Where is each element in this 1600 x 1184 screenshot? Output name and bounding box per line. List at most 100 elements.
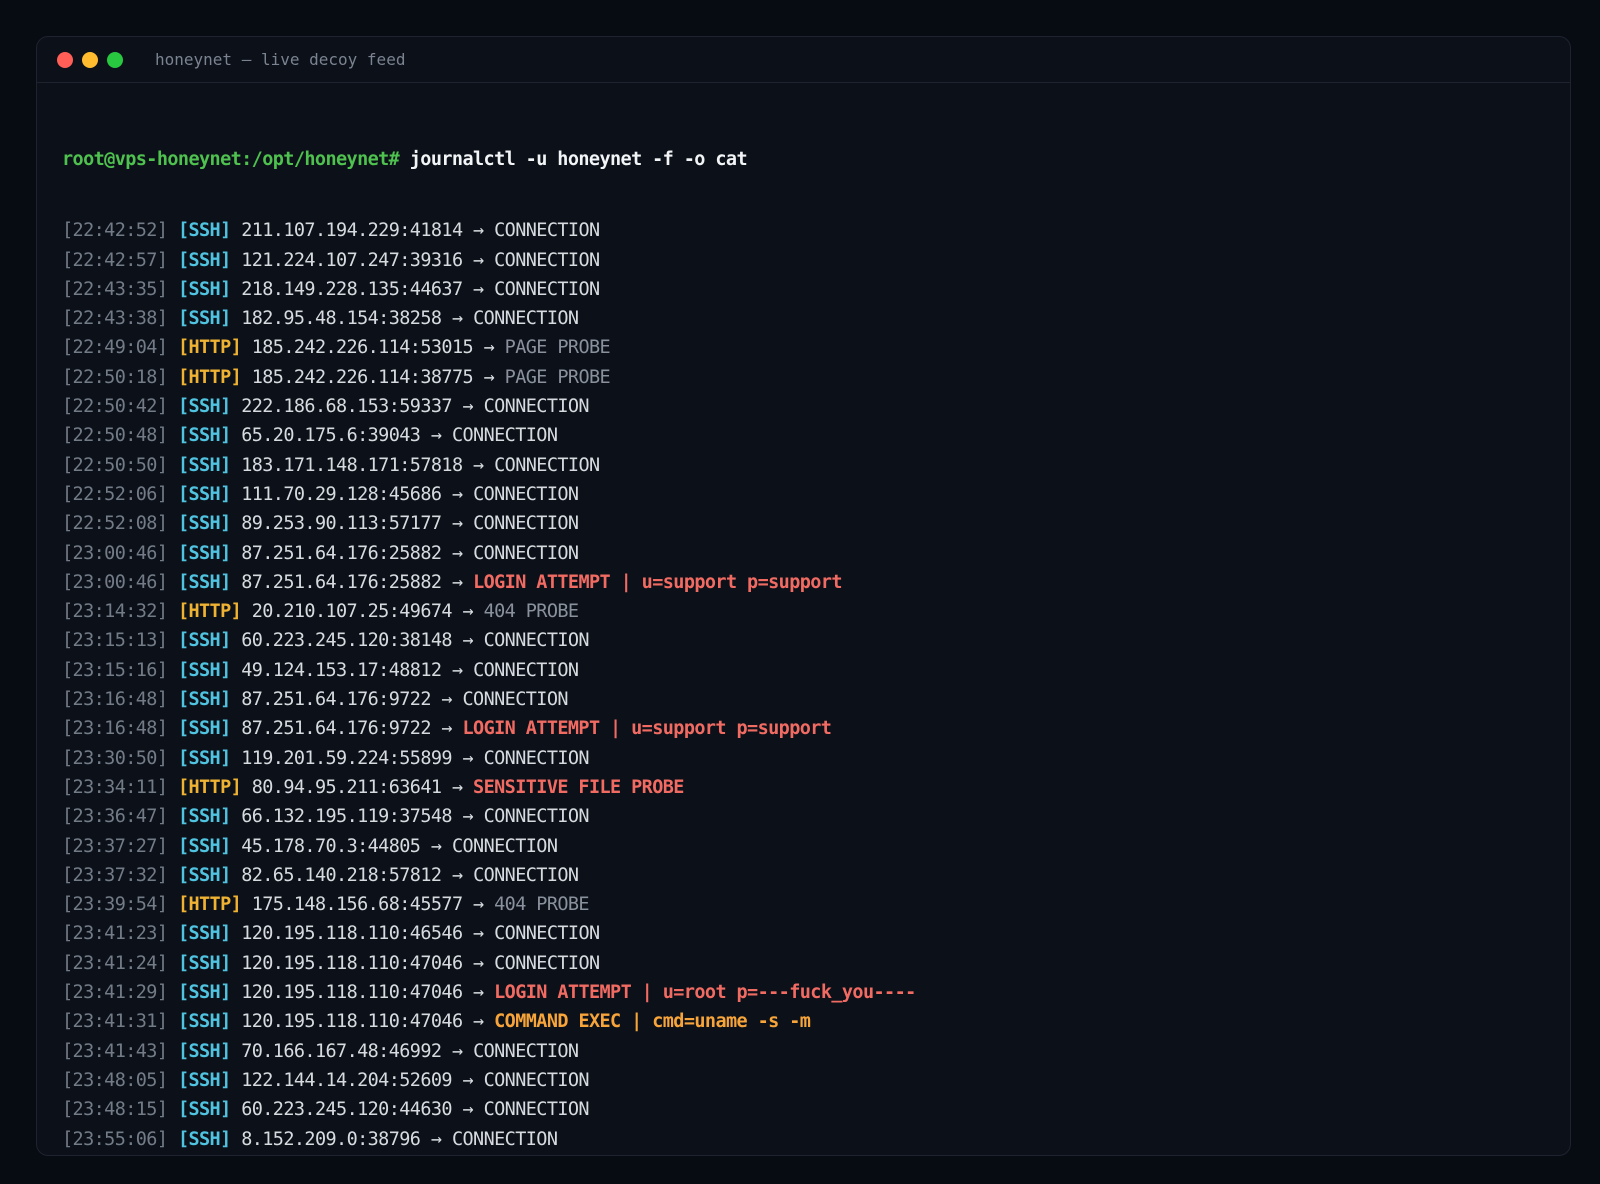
log-line: [23:30:50] [SSH] 119.201.59.224:55899 → … xyxy=(62,744,1550,773)
log-line: [23:48:05] [SSH] 122.144.14.204:52609 → … xyxy=(62,1066,1550,1095)
log-source-address: 122.144.14.204:52609 xyxy=(241,1069,452,1091)
log-event: LOGIN ATTEMPT | u=support p=support xyxy=(462,718,832,740)
log-timestamp: [23:16:48] xyxy=(62,718,168,740)
log-timestamp: [23:00:46] xyxy=(62,571,168,593)
log-line: [22:43:35] [SSH] 218.149.228.135:44637 →… xyxy=(62,275,1550,304)
log-arrow: → xyxy=(483,366,495,388)
log-timestamp: [23:55:06] xyxy=(62,1128,168,1150)
log-event: CONNECTION xyxy=(494,454,600,476)
log-source-address: 60.223.245.120:44630 xyxy=(241,1099,452,1121)
log-line: [23:16:48] [SSH] 87.251.64.176:9722 → LO… xyxy=(62,714,1550,743)
log-event: SENSITIVE FILE PROBE xyxy=(473,776,684,798)
minimize-button[interactable] xyxy=(82,51,98,68)
terminal-output[interactable]: root@vps-honeynet:/opt/honeynet# journal… xyxy=(62,103,1550,1155)
log-event: CONNECTION xyxy=(473,659,579,681)
log-event: CONNECTION xyxy=(473,483,579,505)
log-protocol-tag: [SSH] xyxy=(177,542,231,564)
log-protocol-tag: [SSH] xyxy=(177,513,231,535)
log-protocol-tag: [SSH] xyxy=(177,454,231,476)
log-line: [22:50:50] [SSH] 183.171.148.171:57818 →… xyxy=(62,451,1550,480)
log-event: LOGIN ATTEMPT | u=root p=---fuck_you---- xyxy=(494,982,916,1004)
log-line: [22:50:48] [SSH] 65.20.175.6:39043 → CON… xyxy=(62,421,1550,450)
log-timestamp: [23:48:05] xyxy=(62,1069,168,1091)
log-source-address: 183.171.148.171:57818 xyxy=(241,454,463,476)
log-event: CONNECTION xyxy=(483,806,590,828)
log-source-address: 121.224.107.247:39316 xyxy=(241,249,463,271)
log-line: [22:49:04] [HTTP] 185.242.226.114:53015 … xyxy=(62,333,1550,362)
log-arrow: → xyxy=(462,396,474,418)
log-protocol-tag: [HTTP] xyxy=(177,894,242,916)
log-line: [23:36:47] [SSH] 66.132.195.119:37548 → … xyxy=(62,802,1550,831)
log-arrow: → xyxy=(441,689,452,711)
log-timestamp: [22:42:57] xyxy=(62,249,168,271)
log-timestamp: [23:36:47] xyxy=(62,806,168,828)
log-timestamp: [23:41:43] xyxy=(62,1040,168,1062)
log-arrow: → xyxy=(483,337,495,359)
log-arrow: → xyxy=(473,1011,484,1033)
log-arrow: → xyxy=(462,806,474,828)
log-event: CONNECTION xyxy=(494,923,600,945)
log-line: [23:41:24] [SSH] 120.195.118.110:47046 →… xyxy=(62,949,1550,978)
log-timestamp: [23:15:13] xyxy=(62,630,168,652)
log-event: LOGIN ATTEMPT | u=support p=support xyxy=(473,571,842,593)
log-timestamp: [23:00:46] xyxy=(62,542,168,564)
log-timestamp: [22:43:38] xyxy=(62,308,168,330)
log-source-address: 185.242.226.114:53015 xyxy=(251,337,474,359)
log-timestamp: [23:39:54] xyxy=(62,894,168,916)
log-arrow: → xyxy=(451,483,463,505)
log-source-address: 211.107.194.229:41814 xyxy=(241,220,463,242)
title-bar: honeynet — live decoy feed xyxy=(37,37,1570,83)
log-arrow: → xyxy=(451,513,463,535)
log-source-address: 66.132.195.119:37548 xyxy=(241,806,452,828)
log-source-address: 182.95.48.154:38258 xyxy=(241,308,442,330)
log-line: [23:39:54] [HTTP] 175.148.156.68:45577 →… xyxy=(62,890,1550,919)
log-arrow: → xyxy=(451,571,463,593)
log-event: CONNECTION xyxy=(451,425,558,447)
log-timestamp: [22:50:18] xyxy=(62,366,168,388)
log-timestamp: [23:41:23] xyxy=(62,923,168,945)
log-source-address: 175.148.156.68:45577 xyxy=(251,894,463,916)
log-arrow: → xyxy=(430,425,442,447)
log-event: CONNECTION xyxy=(473,308,579,330)
log-event: CONNECTION xyxy=(451,1128,558,1150)
log-timestamp: [23:41:29] xyxy=(62,982,168,1004)
log-source-address: 218.149.228.135:44637 xyxy=(241,278,463,300)
log-protocol-tag: [SSH] xyxy=(177,278,231,300)
log-protocol-tag: [HTTP] xyxy=(177,601,242,623)
log-timestamp: [22:50:48] xyxy=(62,425,168,447)
log-protocol-tag: [SSH] xyxy=(177,1099,231,1121)
log-line: [22:52:08] [SSH] 89.253.90.113:57177 → C… xyxy=(62,509,1550,538)
log-event: CONNECTION xyxy=(483,747,590,769)
maximize-button[interactable] xyxy=(107,51,123,68)
log-line: [22:50:42] [SSH] 222.186.68.153:59337 → … xyxy=(62,392,1550,421)
log-line: [23:41:23] [SSH] 120.195.118.110:46546 →… xyxy=(62,919,1550,948)
log-event: CONNECTION xyxy=(483,630,590,652)
log-event: CONNECTION xyxy=(473,513,579,535)
command-line: root@vps-honeynet:/opt/honeynet# journal… xyxy=(62,145,1550,174)
log-source-address: 45.178.70.3:44805 xyxy=(241,835,421,857)
log-protocol-tag: [SSH] xyxy=(177,952,231,974)
log-line: [23:00:46] [SSH] 87.251.64.176:25882 → C… xyxy=(62,539,1550,568)
log-arrow: → xyxy=(473,278,484,300)
log-arrow: → xyxy=(473,982,484,1004)
log-arrow: → xyxy=(473,454,484,476)
log-event: CONNECTION xyxy=(483,1099,590,1121)
log-arrow: → xyxy=(441,718,452,740)
log-source-address: 49.124.153.17:48812 xyxy=(241,659,442,681)
log-timestamp: [22:43:35] xyxy=(62,278,168,300)
log-protocol-tag: [SSH] xyxy=(177,396,231,418)
log-line: [23:16:48] [SSH] 87.251.64.176:9722 → CO… xyxy=(62,685,1550,714)
log-source-address: 70.166.167.48:46992 xyxy=(241,1040,442,1062)
log-source-address: 222.186.68.153:59337 xyxy=(241,396,452,418)
log-source-address: 185.242.226.114:38775 xyxy=(251,366,474,388)
log-arrow: → xyxy=(462,747,474,769)
log-source-address: 8.152.209.0:38796 xyxy=(241,1128,421,1150)
log-arrow: → xyxy=(473,249,484,271)
log-event: CONNECTION xyxy=(483,1069,590,1091)
log-protocol-tag: [SSH] xyxy=(177,718,231,740)
log-timestamp: [23:15:16] xyxy=(62,659,168,681)
close-button[interactable] xyxy=(57,51,73,68)
log-protocol-tag: [SSH] xyxy=(177,835,231,857)
log-arrow: → xyxy=(451,864,463,886)
log-source-address: 65.20.175.6:39043 xyxy=(241,425,421,447)
